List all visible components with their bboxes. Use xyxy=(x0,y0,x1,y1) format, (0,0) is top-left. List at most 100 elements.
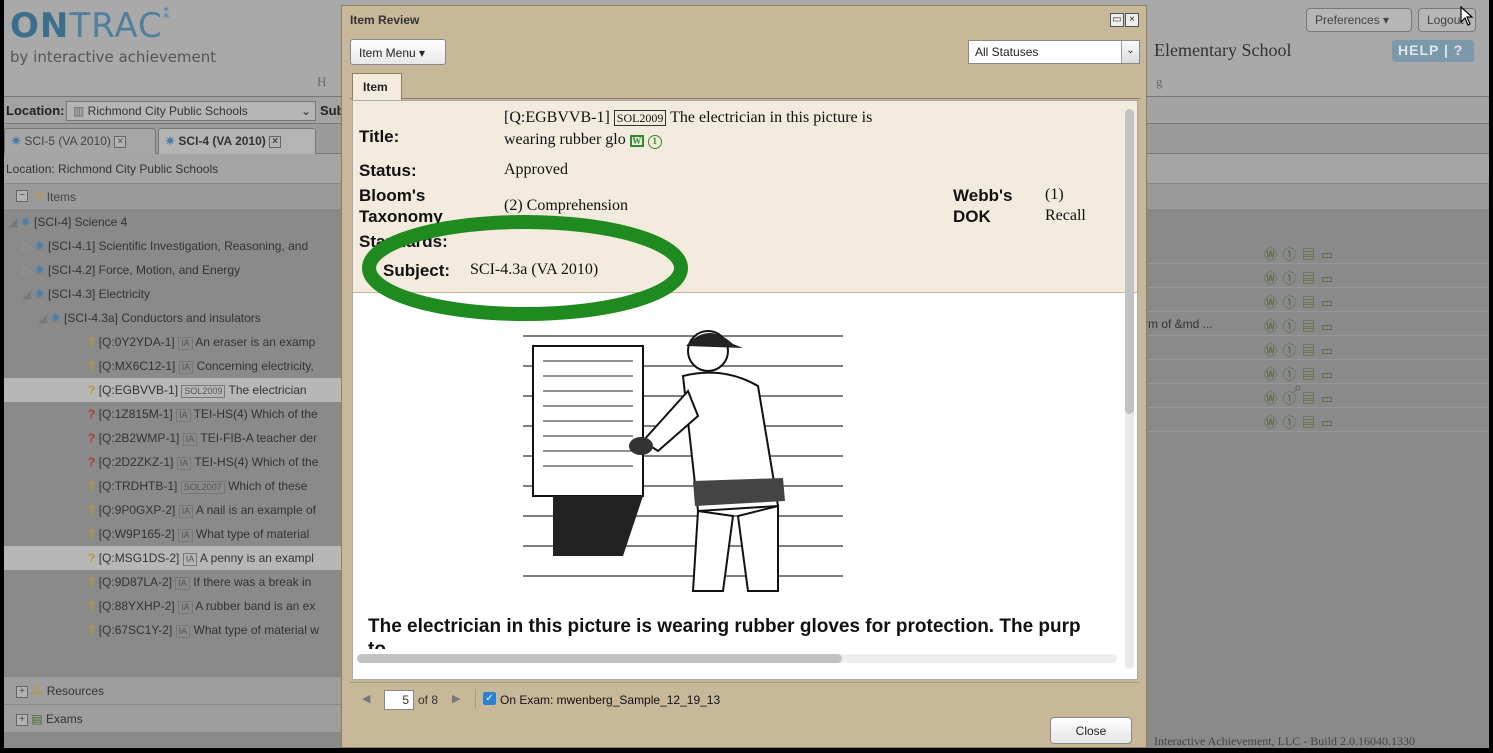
horizontal-scroll-thumb[interactable] xyxy=(357,654,842,663)
item-status-icons: Ⓦ①▤▭ xyxy=(1264,343,1340,358)
tree-node[interactable]: ◢ ✷ [SCI-4.3a] Conductors and insulators xyxy=(4,306,344,330)
grid-row[interactable]: Ⓦ①▤▭ xyxy=(1144,360,1489,384)
taxonomy-label: Taxonomy xyxy=(359,207,443,226)
item-row[interactable]: ? [Q:0Y2YDA-1] IA An eraser is an examp xyxy=(4,330,344,354)
tree-node[interactable]: ▷ ✷ [SCI-4.2] Force, Motion, and Energy xyxy=(4,258,344,282)
item-row[interactable]: ? [Q:88YXHP-2] IA A rubber band is an ex xyxy=(4,594,344,618)
header-nav-fragment-right: g xyxy=(1156,74,1163,89)
close-icon[interactable]: × xyxy=(269,135,282,148)
item-row[interactable]: ? [Q:9P0GXP-2] IA A nail is an example o… xyxy=(4,498,344,522)
item-row[interactable]: ? [Q:TRDHTB-1] SOL2007 Which of these xyxy=(4,474,344,498)
divider xyxy=(475,689,476,709)
item-row[interactable]: ? [Q:67SC1Y-2] IA What type of material … xyxy=(4,618,344,642)
webb-label: Webb's xyxy=(953,186,1013,205)
item-row-selected[interactable]: ? [Q:EGBVVB-1] SOL2009 The electrician xyxy=(4,378,344,402)
item-status-icons: Ⓦ①▤▭ xyxy=(1264,415,1340,430)
question-stem: The electrician in this picture is weari… xyxy=(368,616,1081,637)
subject-label: Subject: xyxy=(383,261,451,280)
dok-label: DOK xyxy=(953,207,991,226)
item-status-icons: Ⓦ①▤▭ xyxy=(1264,247,1340,262)
chevron-down-icon: ⌄ xyxy=(1121,41,1139,63)
dialog-tabs: Item xyxy=(350,69,1140,100)
grid-row[interactable]: Ⓦ①▤▭ xyxy=(1144,240,1489,264)
prev-page-icon[interactable]: ◀ xyxy=(362,692,370,705)
item-row[interactable]: ? [Q:W9P165-2] IA What type of material xyxy=(4,522,344,546)
help-button[interactable]: HELP | ? xyxy=(1392,40,1474,62)
item-row[interactable]: ? [Q:MSG1DS-2] IA A penny is an exampl xyxy=(4,546,344,570)
item-row[interactable]: ? [Q:MX6C12-1] IA Concerning electricity… xyxy=(4,354,344,378)
tree-node[interactable]: ◢ ✷ [SCI-4.3] Electricity xyxy=(4,282,344,306)
item-content: Title: [Q:EGBVVB-1] SOL2009 The electric… xyxy=(352,100,1138,680)
title-value: [Q:EGBVVB-1] SOL2009 The electrician in … xyxy=(504,109,873,149)
standard-icon: ✷ xyxy=(34,263,45,277)
tree-node[interactable]: ◢ ✷ [SCI-4] Science 4 xyxy=(4,210,344,234)
page-count: of 8 xyxy=(418,693,439,707)
question-icon: ? xyxy=(36,190,44,204)
screen: ONTRAC⁑ by interactive achievement H g E… xyxy=(4,0,1489,748)
item-row[interactable]: ? [Q:1Z815M-1] IA TEI-HS(4) Which of the xyxy=(4,402,344,426)
exams-section[interactable]: + ▤ Exams xyxy=(4,704,344,732)
item-status-icons: Ⓦ①▤▭ xyxy=(1264,367,1340,382)
standard-icon: ✷ xyxy=(34,287,45,301)
item-row[interactable]: ? [Q:9D87LA-2] IA If there was a break i… xyxy=(4,570,344,594)
dialog-toolbar: Item Menu ▾ All Statuses ⌄ xyxy=(350,39,1140,67)
grid-row[interactable]: Ⓦ①▤▭ xyxy=(1144,288,1489,312)
tab-sci-5[interactable]: ✷ SCI-5 (VA 2010) × xyxy=(4,128,156,154)
header-nav-fragment: H xyxy=(317,74,327,89)
preferences-button[interactable]: Preferences ▾ xyxy=(1306,8,1412,32)
page-number-input[interactable]: 5 xyxy=(384,690,414,710)
on-exam-label: On Exam: mwenberg_Sample_12_19_13 xyxy=(500,693,721,707)
status-filter-select[interactable]: All Statuses ⌄ xyxy=(968,40,1140,64)
tab-item[interactable]: Item xyxy=(352,73,402,100)
on-exam-checkbox[interactable]: ✓ xyxy=(483,692,496,705)
tab-sci-4[interactable]: ✷ SCI-4 (VA 2010) × xyxy=(158,128,316,154)
grid-row[interactable]: Ⓦ①▤▭ xyxy=(1144,336,1489,360)
dialog-title: Item Review xyxy=(350,13,420,27)
webb-icon: W xyxy=(629,135,644,147)
electrician-illustration xyxy=(523,330,843,592)
standards-label: Standards: xyxy=(359,232,448,251)
item-status-icons: Ⓦ①▤▭ xyxy=(1264,271,1340,286)
subject-value: SCI-4.3a (VA 2010) xyxy=(470,261,599,278)
next-page-icon[interactable]: ▶ xyxy=(452,692,460,705)
grid-row[interactable]: rm of &md ... Ⓦ①▤▭ xyxy=(1144,312,1489,336)
question-stem-continued: to xyxy=(368,639,386,649)
tree-node[interactable]: ▷ ✷ [SCI-4.1] Scientific Investigation, … xyxy=(4,234,344,258)
dok-level-icon: 1 xyxy=(647,135,662,149)
grid-row[interactable]: Ⓦ①▤▭ xyxy=(1144,408,1489,432)
logo-subtitle: by interactive achievement xyxy=(10,48,217,66)
item-row[interactable]: ? [Q:2B2WMP-1] IA TEI-FIB-A teacher der xyxy=(4,426,344,450)
close-icon[interactable]: × xyxy=(114,135,127,148)
item-review-dialog: Item Review ▭ × Item Menu ▾ All Statuses… xyxy=(341,5,1147,748)
bloom-value: (2) Comprehension xyxy=(504,197,628,214)
resources-section[interactable]: + ⁂ Resources xyxy=(4,676,344,704)
dialog-pager: ◀ 5 of 8 ▶ ✓ On Exam: mwenberg_Sample_12… xyxy=(350,682,1140,714)
item-metadata: Title: [Q:EGBVVB-1] SOL2009 The electric… xyxy=(353,101,1137,293)
standard-icon: ✷ xyxy=(50,311,61,325)
ontrac-logo: ONTRAC⁑ xyxy=(10,6,172,46)
item-status-icons: Ⓦ①▤▭ xyxy=(1264,295,1340,310)
collapse-icon[interactable]: − xyxy=(16,190,28,202)
footer-text: Interactive Achievement, LLC - Build 2.0… xyxy=(1154,734,1415,748)
item-status-icons: Ⓦ①▤▭ xyxy=(1264,391,1340,406)
status-label: Status: xyxy=(359,161,417,180)
dok-value: Recall xyxy=(1045,207,1086,224)
location-select[interactable]: ▥ Richmond City Public Schools ⌄ xyxy=(66,101,316,121)
item-row[interactable]: ? [Q:2D2ZKZ-1] IA TEI-HS(4) Which of the xyxy=(4,450,344,474)
location-label: Location: xyxy=(6,103,65,118)
close-button[interactable]: Close xyxy=(1050,717,1132,744)
item-menu-button[interactable]: Item Menu ▾ xyxy=(350,39,446,65)
close-icon[interactable]: × xyxy=(1125,13,1139,27)
school-name: Elementary School xyxy=(1154,40,1292,60)
grid-row[interactable]: Ⓦ①▤▭ xyxy=(1144,384,1489,408)
maximize-icon[interactable]: ▭ xyxy=(1110,13,1124,27)
standard-icon: ✷ xyxy=(20,215,31,229)
item-status-icons: Ⓦ①▤▭ xyxy=(1264,319,1340,334)
standard-icon: ✷ xyxy=(34,239,45,253)
status-value: Approved xyxy=(504,161,568,178)
grid-row[interactable]: Ⓦ①▤▭ xyxy=(1144,264,1489,288)
mouse-cursor-icon xyxy=(1460,6,1474,26)
vertical-scroll-thumb[interactable] xyxy=(1125,109,1134,414)
dok-number: (1) xyxy=(1045,186,1064,203)
bloom-label: Bloom's xyxy=(359,186,426,205)
